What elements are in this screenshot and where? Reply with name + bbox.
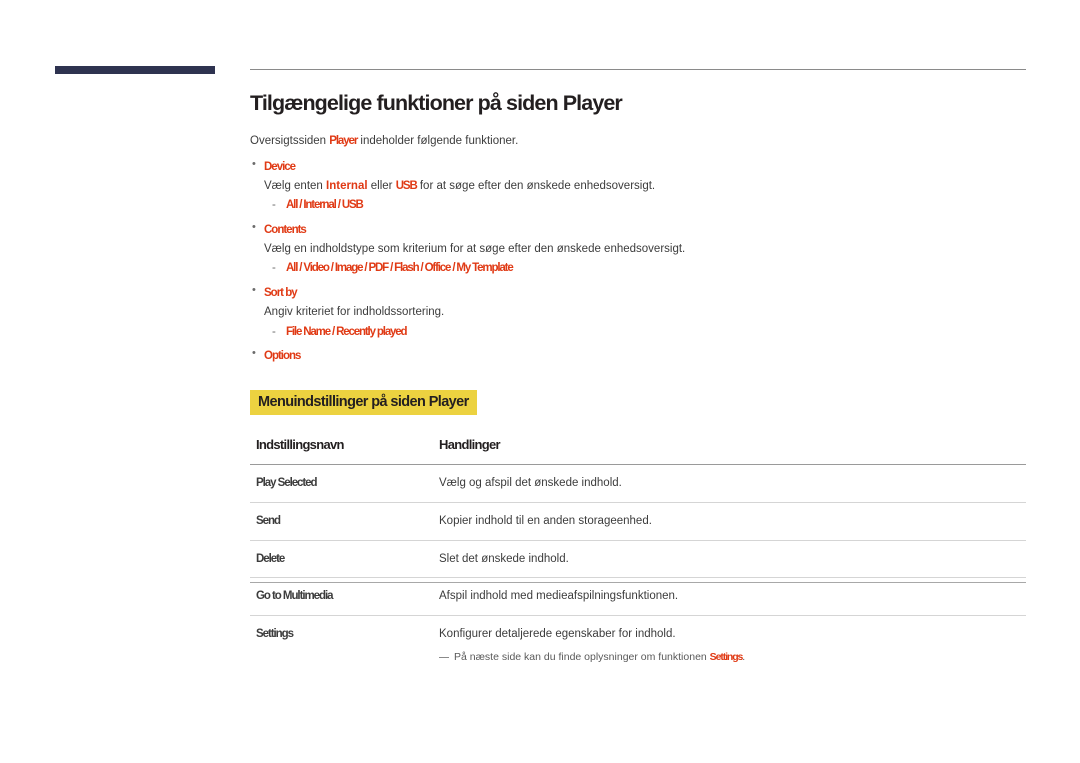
feature-name: Sort by (264, 287, 298, 300)
desc-before: Vælg enten (264, 179, 327, 192)
settings-table: Indstillingsnavn Handlinger Play Selecte… (250, 437, 1026, 674)
feature-options-row: All / Video / Image / PDF / Flash / Offi… (264, 260, 1026, 278)
desc-accent-internal: Internal (326, 179, 368, 192)
list-item: Options (250, 347, 1026, 365)
feature-options: All / Internal / USB (286, 199, 364, 212)
setting-name: Settings (256, 628, 294, 641)
feature-options: File Name / Recently played (286, 325, 408, 338)
header-rule (250, 69, 1026, 70)
table-row: Delete Slet det ønskede indhold. (250, 540, 1026, 579)
intro-paragraph: Oversigtssiden Player indeholder følgend… (250, 133, 1026, 150)
list-item: Device Vælg enten Internal eller USB for… (250, 158, 1026, 215)
desc-after: for at søge efter den ønskede enhedsover… (416, 179, 656, 192)
section-heading: Menuindstillinger på siden Player (250, 389, 477, 416)
feature-options: All / Video / Image / PDF / Flash / Offi… (286, 262, 514, 275)
feature-list: Device Vælg enten Internal eller USB for… (250, 158, 1026, 366)
note-accent-term: Settings (709, 650, 744, 663)
setting-action: Vælg og afspil det ønskede indhold. (433, 464, 1026, 504)
setting-action: Kopier indhold til en anden storageenhed… (433, 502, 1026, 541)
feature-description: Vælg en indholdstype som kriterium for a… (264, 243, 686, 256)
intro-text-before: Oversigtssiden (250, 134, 330, 147)
list-item: Contents Vælg en indholdstype som kriter… (250, 221, 1026, 278)
feature-name: Device (264, 160, 296, 173)
feature-options-row: All / Internal / USB (264, 197, 1026, 215)
desc-middle: eller (367, 179, 396, 192)
column-header-actions: Handlinger (433, 437, 1026, 466)
feature-name: Options (264, 350, 301, 363)
setting-name: Play Selected (250, 464, 433, 504)
feature-description: Angiv kriteriet for indholdssortering. (264, 306, 445, 319)
page-content: Tilgængelige funktioner på siden Player … (250, 90, 1026, 674)
setting-action: Slet det ønskede indhold. (433, 540, 1026, 579)
note-text-before: På næste side kan du finde oplysninger o… (454, 650, 710, 663)
desc-accent-usb: USB (395, 179, 418, 192)
intro-text-after: indeholder følgende funktioner. (357, 134, 519, 147)
page-title: Tilgængelige funktioner på siden Player (250, 91, 623, 115)
note-text-after: . (742, 650, 746, 663)
setting-note: På næste side kan du finde oplysninger o… (439, 650, 1020, 665)
table-row: Send Kopier indhold til en anden storage… (250, 502, 1026, 541)
setting-action: Konfigurer detaljerede egenskaber for in… (439, 628, 676, 641)
setting-name: Delete (250, 540, 433, 579)
footer-rule (250, 582, 1026, 583)
table-header-row: Indstillingsnavn Handlinger (250, 437, 1026, 466)
document-page: Tilgængelige funktioner på siden Player … (0, 0, 1080, 763)
table-row: Play Selected Vælg og afspil det ønskede… (250, 464, 1026, 504)
intro-accent-term: Player (329, 134, 358, 147)
setting-action-cell: Konfigurer detaljerede egenskaber for in… (433, 616, 1026, 675)
corner-marker-bar (55, 66, 215, 74)
feature-description: Vælg enten Internal eller USB for at søg… (264, 178, 1026, 195)
setting-name: Send (250, 502, 433, 541)
table-row: Settings Konfigurer detaljerede egenskab… (250, 616, 1026, 675)
feature-options-row: File Name / Recently played (264, 324, 1026, 342)
table-row: Go to Multimedia Afspil indhold med medi… (250, 577, 1026, 617)
setting-name: Go to Multimedia (250, 577, 433, 617)
setting-action: Afspil indhold med medieafspilningsfunkt… (433, 577, 1026, 617)
column-header-name: Indstillingsnavn (250, 437, 433, 466)
feature-name: Contents (264, 223, 307, 236)
list-item: Sort by Angiv kriteriet for indholdssort… (250, 284, 1026, 342)
